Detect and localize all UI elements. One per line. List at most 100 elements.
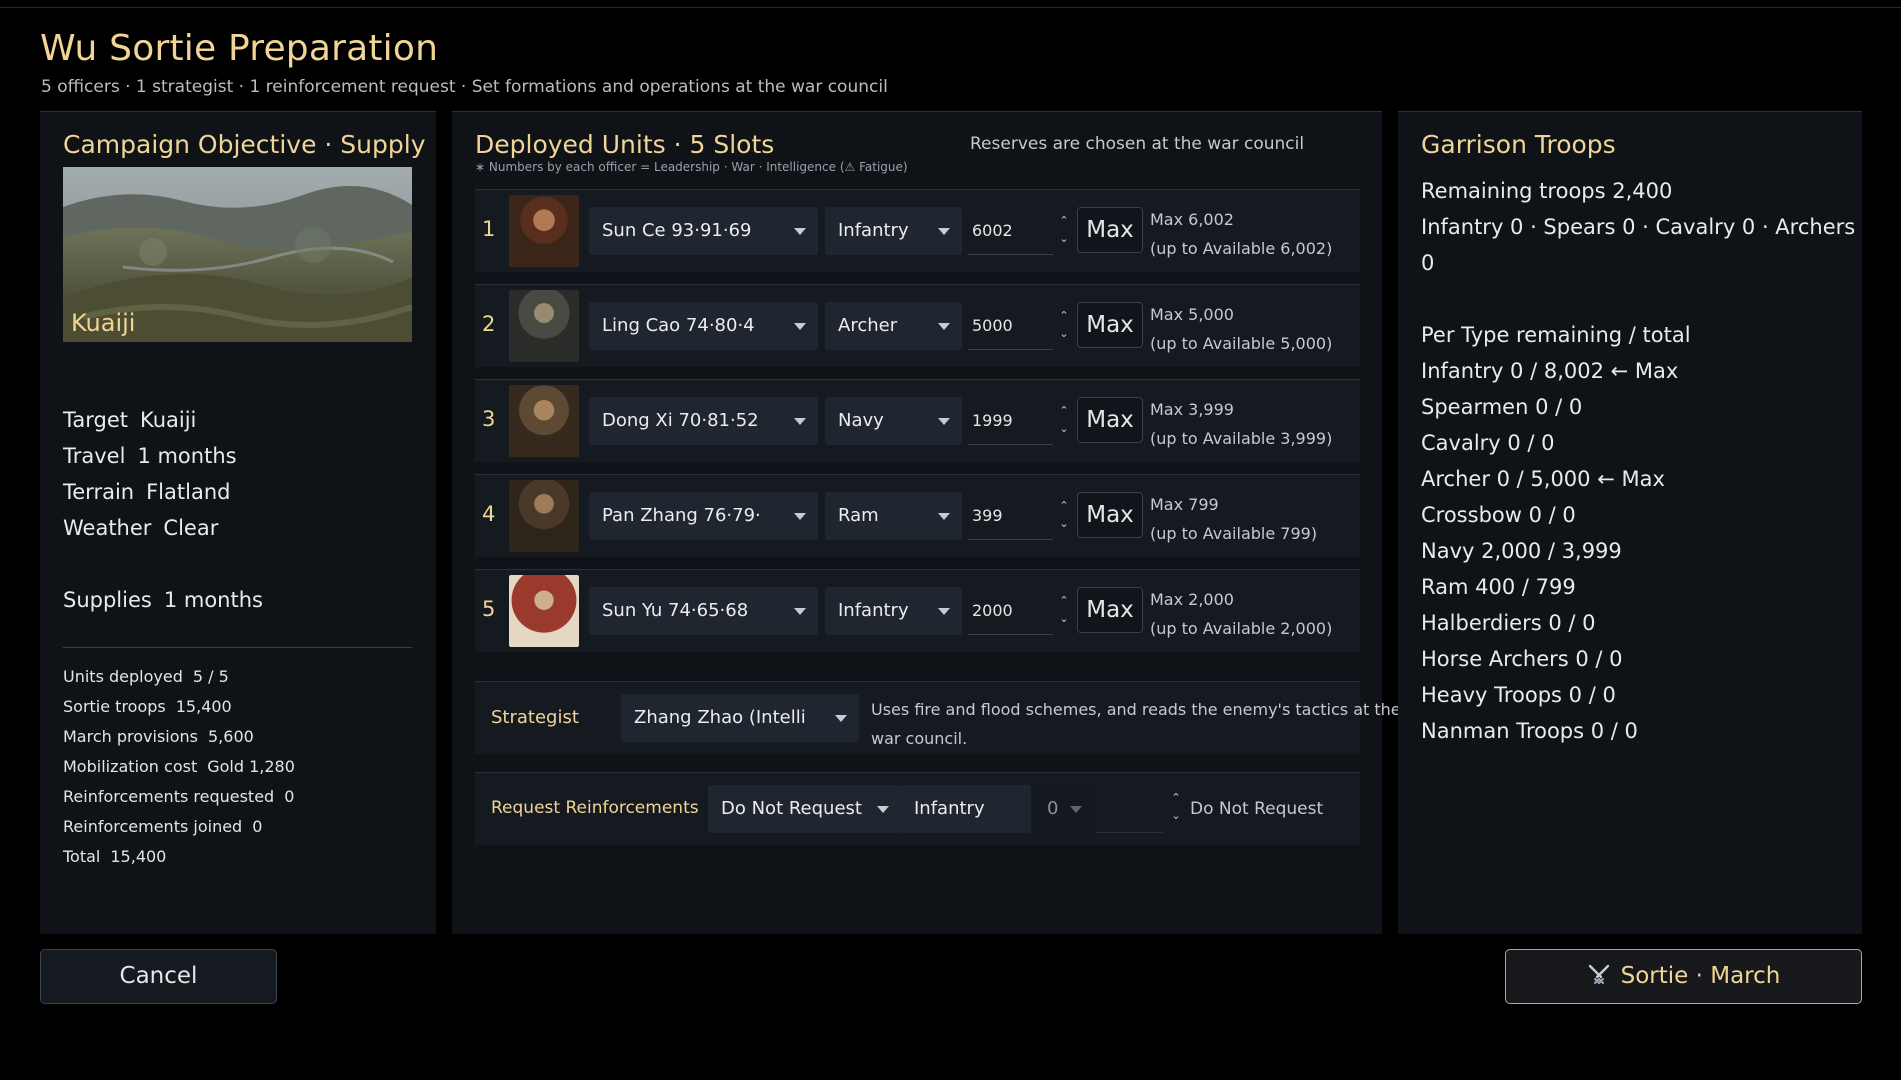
max-info: Max 799 (up to Available 799) <box>1150 495 1318 543</box>
quantity-stepper[interactable]: ⌃ ⌄ <box>1057 592 1071 630</box>
unit-row: 2 Ling Cao 74·80·4 Archer 5000 ⌃ ⌄ Max Ma… <box>475 284 1360 367</box>
detail-target: Target Kuaiji <box>63 408 197 432</box>
quantity-stepper[interactable]: ⌃ ⌄ <box>1057 307 1071 345</box>
quantity-stepper[interactable]: ⌃ ⌄ <box>1169 789 1183 827</box>
stat-mobilization-cost: Mobilization cost Gold 1,280 <box>63 757 295 776</box>
strategist-row: Strategist Zhang Zhao (Intelli Uses fire… <box>475 681 1401 754</box>
page-subtitle: 5 officers · 1 strategist · 1 reinforcem… <box>41 77 888 97</box>
troop-type-select[interactable]: Navy <box>825 397 962 445</box>
objective-title: Campaign Objective · Supply <box>63 130 426 159</box>
troop-type-select[interactable]: Archer <box>825 302 962 350</box>
max-button[interactable]: Max <box>1077 397 1143 443</box>
troop-breakdown: Infantry 0 · Spears 0 · Cavalry 0 · Arch… <box>1421 215 1856 239</box>
unit-slot-number: 2 <box>482 312 496 336</box>
troop-quantity-input[interactable]: 2000 <box>968 587 1053 635</box>
strategist-description: Uses fire and flood schemes, and reads t… <box>871 700 1401 748</box>
reinforcement-status: Do Not Request <box>1190 799 1324 819</box>
officer-portrait <box>509 385 579 457</box>
troop-type-select[interactable]: Infantry <box>825 207 962 255</box>
cancel-button[interactable]: Cancel <box>40 949 277 1004</box>
chevron-down-icon <box>938 608 950 615</box>
troop-type-select[interactable]: Ram <box>825 492 962 540</box>
officer-portrait <box>509 575 579 647</box>
max-info: Max 6,002 (up to Available 6,002) <box>1150 210 1333 258</box>
remaining-troops: Remaining troops 2,400 <box>1421 179 1673 203</box>
chevron-down-icon <box>835 715 847 722</box>
stat-reinforcements-joined: Reinforcements joined 0 <box>63 817 263 836</box>
quantity-stepper[interactable]: ⌃ ⌄ <box>1057 212 1071 250</box>
officer-select[interactable]: Pan Zhang 76·79· <box>589 492 818 540</box>
unit-slot-number: 5 <box>482 597 496 621</box>
troop-quantity-input[interactable]: 5000 <box>968 302 1053 350</box>
reinforcement-quantity-input[interactable] <box>1097 785 1163 833</box>
per-type-header: Per Type remaining / total <box>1421 323 1691 347</box>
stat-reinforcements-requested: Reinforcements requested 0 <box>63 787 295 806</box>
crossed-swords-icon <box>1587 950 1611 1002</box>
chevron-down-icon <box>794 418 806 425</box>
deployed-units-panel: Deployed Units · 5 Slots ∗ Numbers by ea… <box>452 111 1401 934</box>
type-line: Cavalry 0 / 0 <box>1421 431 1555 455</box>
detail-weather: Weather Clear <box>63 516 219 540</box>
quantity-stepper[interactable]: ⌃ ⌄ <box>1057 497 1071 535</box>
map-location-label: Kuaiji <box>71 309 136 337</box>
stat-sortie-troops: Sortie troops 15,400 <box>63 697 232 716</box>
unit-row: 5 Sun Yu 74·65·68 Infantry 2000 ⌃ ⌄ Max M… <box>475 569 1360 652</box>
stats-legend-note: ∗ Numbers by each officer = Leadership ·… <box>475 160 908 174</box>
strategist-label: Strategist <box>491 707 579 728</box>
objective-divider <box>63 647 412 648</box>
unit-slot-number: 3 <box>482 407 496 431</box>
deployed-title: Deployed Units · 5 Slots <box>475 130 775 159</box>
type-line: Ram 400 / 799 <box>1421 575 1576 599</box>
chevron-down-icon <box>1070 806 1082 813</box>
objective-panel: Campaign Objective · Supply Kuaiji Targe… <box>40 111 436 934</box>
strategist-select[interactable]: Zhang Zhao (Intelli <box>621 694 859 742</box>
officer-portrait <box>509 480 579 552</box>
detail-travel: Travel 1 months <box>63 444 237 468</box>
detail-supplies: Supplies 1 months <box>63 588 263 612</box>
detail-terrain: Terrain Flatland <box>63 480 231 504</box>
chevron-down-icon <box>794 608 806 615</box>
chevron-down-icon <box>794 513 806 520</box>
troop-quantity-input[interactable]: 399 <box>968 492 1053 540</box>
reinforcements-label: Request Reinforcements <box>491 798 699 818</box>
reinforcement-type-select[interactable]: Infantry <box>901 785 1031 833</box>
type-line: Nanman Troops 0 / 0 <box>1421 719 1638 743</box>
officer-select[interactable]: Sun Ce 93·91·69 <box>589 207 818 255</box>
type-line: Horse Archers 0 / 0 <box>1421 647 1623 671</box>
reinforcement-amount-select[interactable]: 0 <box>1034 785 1094 833</box>
stat-units-deployed: Units deployed 5 / 5 <box>63 667 229 686</box>
page-title: Wu Sortie Preparation <box>40 28 439 69</box>
officer-select[interactable]: Dong Xi 70·81·52 <box>589 397 818 445</box>
garrison-panel: Garrison Troops Remaining troops 2,400 I… <box>1398 111 1862 934</box>
chevron-down-icon <box>938 323 950 330</box>
chevron-down-icon <box>938 418 950 425</box>
troop-breakdown-cont: 0 <box>1421 251 1435 275</box>
type-line: Archer 0 / 5,000 ← Max <box>1421 467 1665 491</box>
type-line: Halberdiers 0 / 0 <box>1421 611 1596 635</box>
reinforcements-row: Request Reinforcements Do Not Request In… <box>475 772 1360 845</box>
max-button[interactable]: Max <box>1077 302 1143 348</box>
max-info: Max 3,999 (up to Available 3,999) <box>1150 400 1333 448</box>
type-line: Spearmen 0 / 0 <box>1421 395 1583 419</box>
reserve-note: Reserves are chosen at the war council <box>970 134 1305 154</box>
reinforcement-mode-select[interactable]: Do Not Request <box>708 785 901 833</box>
unit-row: 3 Dong Xi 70·81·52 Navy 1999 ⌃ ⌄ Max Max … <box>475 379 1360 462</box>
max-button[interactable]: Max <box>1077 587 1143 633</box>
quantity-stepper[interactable]: ⌃ ⌄ <box>1057 402 1071 440</box>
max-button[interactable]: Max <box>1077 492 1143 538</box>
sortie-march-button[interactable]: Sortie · March <box>1505 949 1862 1004</box>
type-line: Crossbow 0 / 0 <box>1421 503 1576 527</box>
type-line: Infantry 0 / 8,002 ← Max <box>1421 359 1679 383</box>
max-button[interactable]: Max <box>1077 207 1143 253</box>
chevron-down-icon <box>877 806 889 813</box>
troop-quantity-input[interactable]: 6002 <box>968 207 1053 255</box>
troop-type-select[interactable]: Infantry <box>825 587 962 635</box>
unit-slot-number: 4 <box>482 502 496 526</box>
officer-select[interactable]: Ling Cao 74·80·4 <box>589 302 818 350</box>
officer-portrait <box>509 195 579 267</box>
type-line: Navy 2,000 / 3,999 <box>1421 539 1622 563</box>
officer-select[interactable]: Sun Yu 74·65·68 <box>589 587 818 635</box>
garrison-title: Garrison Troops <box>1421 130 1616 159</box>
stat-total: Total 15,400 <box>63 847 167 866</box>
troop-quantity-input[interactable]: 1999 <box>968 397 1053 445</box>
